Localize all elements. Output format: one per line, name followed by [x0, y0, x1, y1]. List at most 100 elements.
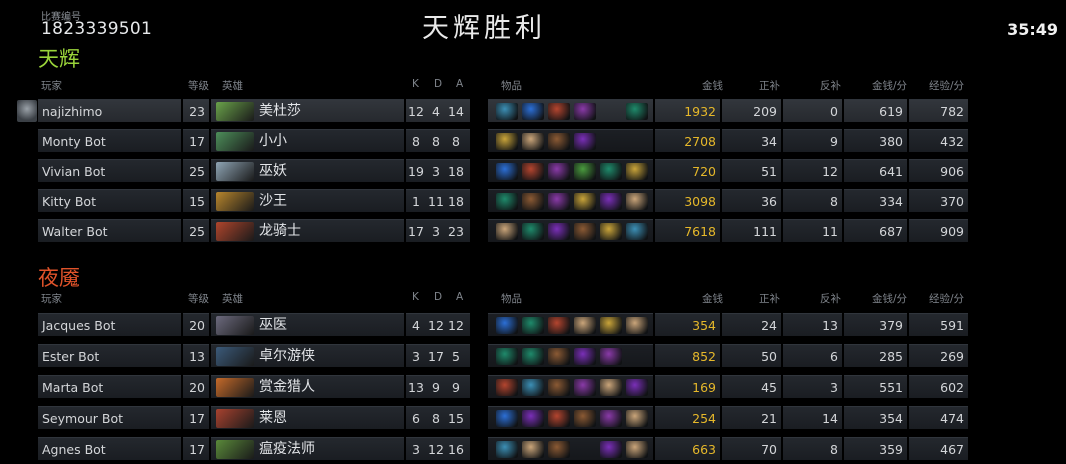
- items-cell: [488, 219, 653, 242]
- player-row[interactable]: najizhimo 23 美杜莎 12 4 14 1932 209 0 619 782: [38, 99, 970, 122]
- player-row[interactable]: Ester Bot 13 卓尔游侠 3 17 5 852 50 6 285 269: [38, 344, 970, 367]
- last-hits: 24: [722, 313, 781, 336]
- gold-per-min: 379: [844, 313, 907, 336]
- assists: 12: [448, 318, 464, 333]
- item-icon[interactable]: [522, 103, 544, 120]
- item-icon[interactable]: [600, 410, 622, 427]
- last-hits: 209: [722, 99, 781, 122]
- item-icon[interactable]: [574, 133, 596, 150]
- item-icon[interactable]: [600, 441, 622, 458]
- item-icon[interactable]: [522, 133, 544, 150]
- item-icon[interactable]: [496, 103, 518, 120]
- item-icon[interactable]: [626, 441, 648, 458]
- item-icon[interactable]: [522, 223, 544, 240]
- team-title-dire: 夜魇: [38, 266, 80, 290]
- hero-name: 瘟疫法师: [259, 441, 315, 457]
- item-icon[interactable]: [496, 410, 518, 427]
- hero-cell: 赏金猎人: [211, 375, 404, 398]
- item-icon[interactable]: [496, 379, 518, 396]
- item-icon[interactable]: [574, 410, 596, 427]
- player-row[interactable]: Kitty Bot 15 沙王 1 11 18 3098 36 8 334 370: [38, 189, 970, 212]
- gold-per-min: 687: [844, 219, 907, 242]
- header-last-hits: 正补: [759, 80, 780, 92]
- item-icon[interactable]: [496, 163, 518, 180]
- player-row[interactable]: Seymour Bot 17 莱恩 6 8 15 254 21 14 354 474: [38, 406, 970, 429]
- denies: 12: [783, 159, 842, 182]
- denies: 0: [783, 99, 842, 122]
- item-icon[interactable]: [574, 103, 596, 120]
- item-icon[interactable]: [496, 441, 518, 458]
- items-cell: [488, 159, 653, 182]
- item-icon[interactable]: [574, 163, 596, 180]
- item-icon[interactable]: [626, 410, 648, 427]
- item-icon[interactable]: [496, 348, 518, 365]
- item-icon[interactable]: [600, 223, 622, 240]
- item-icon[interactable]: [548, 103, 570, 120]
- items-cell: [488, 313, 653, 336]
- item-icon[interactable]: [600, 193, 622, 210]
- item-icon[interactable]: [600, 317, 622, 334]
- item-icon[interactable]: [626, 133, 648, 150]
- item-icon[interactable]: [626, 317, 648, 334]
- item-icon[interactable]: [548, 410, 570, 427]
- items-cell: [488, 99, 653, 122]
- gold-per-min: 641: [844, 159, 907, 182]
- item-icon[interactable]: [522, 193, 544, 210]
- gold-per-min: 619: [844, 99, 907, 122]
- item-icon[interactable]: [626, 193, 648, 210]
- kills: 12: [408, 104, 424, 119]
- assists: 18: [448, 194, 464, 209]
- item-icon[interactable]: [522, 441, 544, 458]
- items-cell: [488, 189, 653, 212]
- item-icon[interactable]: [574, 348, 596, 365]
- item-icon[interactable]: [522, 163, 544, 180]
- item-icon[interactable]: [574, 223, 596, 240]
- xp-per-min: 269: [909, 344, 968, 367]
- player-row[interactable]: Jacques Bot 20 巫医 4 12 12 354 24 13 379 591: [38, 313, 970, 336]
- item-icon[interactable]: [548, 133, 570, 150]
- player-row[interactable]: Marta Bot 20 赏金猎人 13 9 9 169 45 3 551 602: [38, 375, 970, 398]
- item-icon[interactable]: [548, 348, 570, 365]
- item-icon[interactable]: [548, 163, 570, 180]
- item-icon[interactable]: [626, 163, 648, 180]
- header-gpm: 金钱/分: [872, 293, 908, 305]
- item-icon[interactable]: [522, 379, 544, 396]
- item-icon[interactable]: [626, 379, 648, 396]
- item-icon[interactable]: [522, 348, 544, 365]
- match-id: 1823339501: [41, 19, 153, 39]
- player-row[interactable]: Vivian Bot 25 巫妖 19 3 18 720 51 12 641 906: [38, 159, 970, 182]
- item-icon[interactable]: [600, 379, 622, 396]
- item-icon[interactable]: [626, 223, 648, 240]
- item-icon[interactable]: [600, 348, 622, 365]
- item-icon[interactable]: [522, 410, 544, 427]
- hero-portrait: [216, 162, 254, 181]
- player-row[interactable]: Monty Bot 17 小小 8 8 8 2708 34 9 380 432: [38, 129, 970, 152]
- item-icon[interactable]: [574, 317, 596, 334]
- hero-cell: 巫妖: [211, 159, 404, 182]
- item-icon[interactable]: [496, 193, 518, 210]
- item-icon[interactable]: [548, 441, 570, 458]
- gold: 354: [655, 313, 720, 336]
- item-icon[interactable]: [496, 133, 518, 150]
- item-icon[interactable]: [574, 193, 596, 210]
- item-icon[interactable]: [548, 379, 570, 396]
- hero-portrait: [216, 378, 254, 397]
- item-icon[interactable]: [600, 163, 622, 180]
- item-icon[interactable]: [496, 223, 518, 240]
- hero-portrait: [216, 409, 254, 428]
- item-icon[interactable]: [548, 193, 570, 210]
- kda-cell: 3 12 16: [406, 437, 470, 460]
- item-icon[interactable]: [522, 317, 544, 334]
- item-icon[interactable]: [548, 317, 570, 334]
- kda-cell: 6 8 15: [406, 406, 470, 429]
- item-icon[interactable]: [626, 103, 648, 120]
- item-icon[interactable]: [548, 223, 570, 240]
- player-row[interactable]: Walter Bot 25 龙骑士 17 3 23 7618 111 11 687 909: [38, 219, 970, 242]
- hero-cell: 沙王: [211, 189, 404, 212]
- header-player: 玩家: [41, 80, 62, 92]
- gold-per-min: 285: [844, 344, 907, 367]
- item-icon[interactable]: [496, 317, 518, 334]
- player-row[interactable]: Agnes Bot 17 瘟疫法师 3 12 16 663 70 8 359 467: [38, 437, 970, 460]
- player-name: Ester Bot: [38, 344, 181, 367]
- item-icon[interactable]: [574, 379, 596, 396]
